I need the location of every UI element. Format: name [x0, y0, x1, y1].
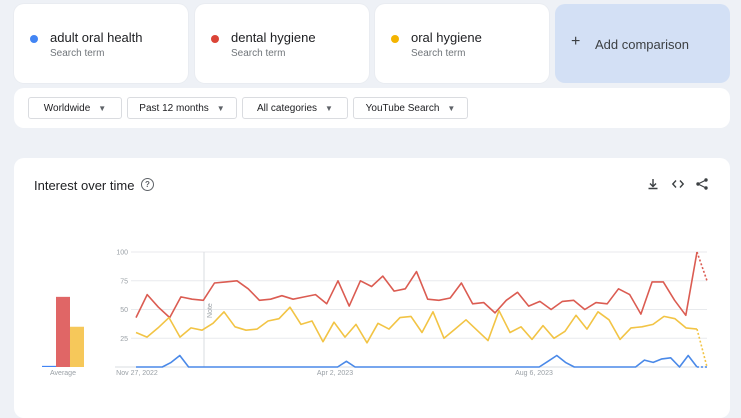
- term-color-dot: [211, 35, 219, 43]
- term-card-3[interactable]: oral hygiene Search term: [375, 4, 549, 83]
- filter-label: Past 12 months: [139, 102, 209, 114]
- filter-label: All categories: [257, 102, 318, 114]
- term-card-1[interactable]: adult oral health Search term: [14, 4, 188, 83]
- filter-label: YouTube Search: [365, 102, 440, 114]
- caret-down-icon: ▼: [216, 103, 225, 113]
- term-color-dot: [30, 35, 38, 43]
- caret-down-icon: ▼: [98, 103, 107, 113]
- search-type-filter[interactable]: YouTube Search ▼: [353, 97, 468, 119]
- average-bar: [42, 365, 56, 367]
- series-line: [135, 306, 698, 344]
- caret-down-icon: ▼: [447, 103, 456, 113]
- interest-over-time-card: Interest over time ? 100 75 50 25 Note Nov 27…: [14, 158, 730, 418]
- region-filter[interactable]: Worldwide ▼: [28, 97, 122, 119]
- series-partial-segment: [696, 328, 708, 368]
- time-range-filter[interactable]: Past 12 months ▼: [127, 97, 237, 119]
- term-subtitle: Search term: [50, 48, 105, 59]
- average-bar: [56, 296, 70, 367]
- series-line: [135, 251, 698, 319]
- filter-label: Worldwide: [43, 102, 91, 114]
- caret-down-icon: ▼: [325, 103, 333, 113]
- interest-chart: 100 75 50 25 Note Nov 27, 2022 Apr 2, 2023 Aug …: [42, 250, 708, 377]
- term-subtitle: Search term: [231, 48, 286, 59]
- term-card-2[interactable]: dental hygiene Search term: [195, 4, 369, 83]
- y-tick-label: 100: [116, 250, 128, 257]
- series-line: [136, 354, 698, 368]
- note-label: Note: [207, 303, 214, 318]
- term-subtitle: Search term: [411, 48, 466, 59]
- term-name[interactable]: oral hygiene: [411, 30, 482, 45]
- category-filter[interactable]: All categories ▼: [242, 97, 348, 119]
- x-tick-label: Apr 2, 2023: [317, 370, 353, 377]
- add-comparison-button[interactable]: + Add comparison: [555, 4, 730, 83]
- series-partial-segment: [696, 251, 708, 282]
- term-name[interactable]: adult oral health: [50, 30, 143, 45]
- x-tick-label: Nov 27, 2022: [116, 370, 158, 377]
- term-color-dot: [391, 35, 399, 43]
- average-bar: [70, 326, 84, 367]
- y-tick-label: 75: [120, 278, 128, 285]
- x-tick-label: Aug 6, 2023: [515, 370, 553, 377]
- filter-bar: Worldwide ▼ Past 12 months ▼ All categor…: [14, 88, 730, 128]
- add-comparison-label: Add comparison: [595, 37, 689, 52]
- y-tick-label: 25: [120, 336, 128, 343]
- term-name[interactable]: dental hygiene: [231, 30, 316, 45]
- plus-icon: +: [571, 33, 581, 50]
- y-tick-label: 50: [120, 307, 128, 314]
- average-label: Average: [50, 370, 76, 377]
